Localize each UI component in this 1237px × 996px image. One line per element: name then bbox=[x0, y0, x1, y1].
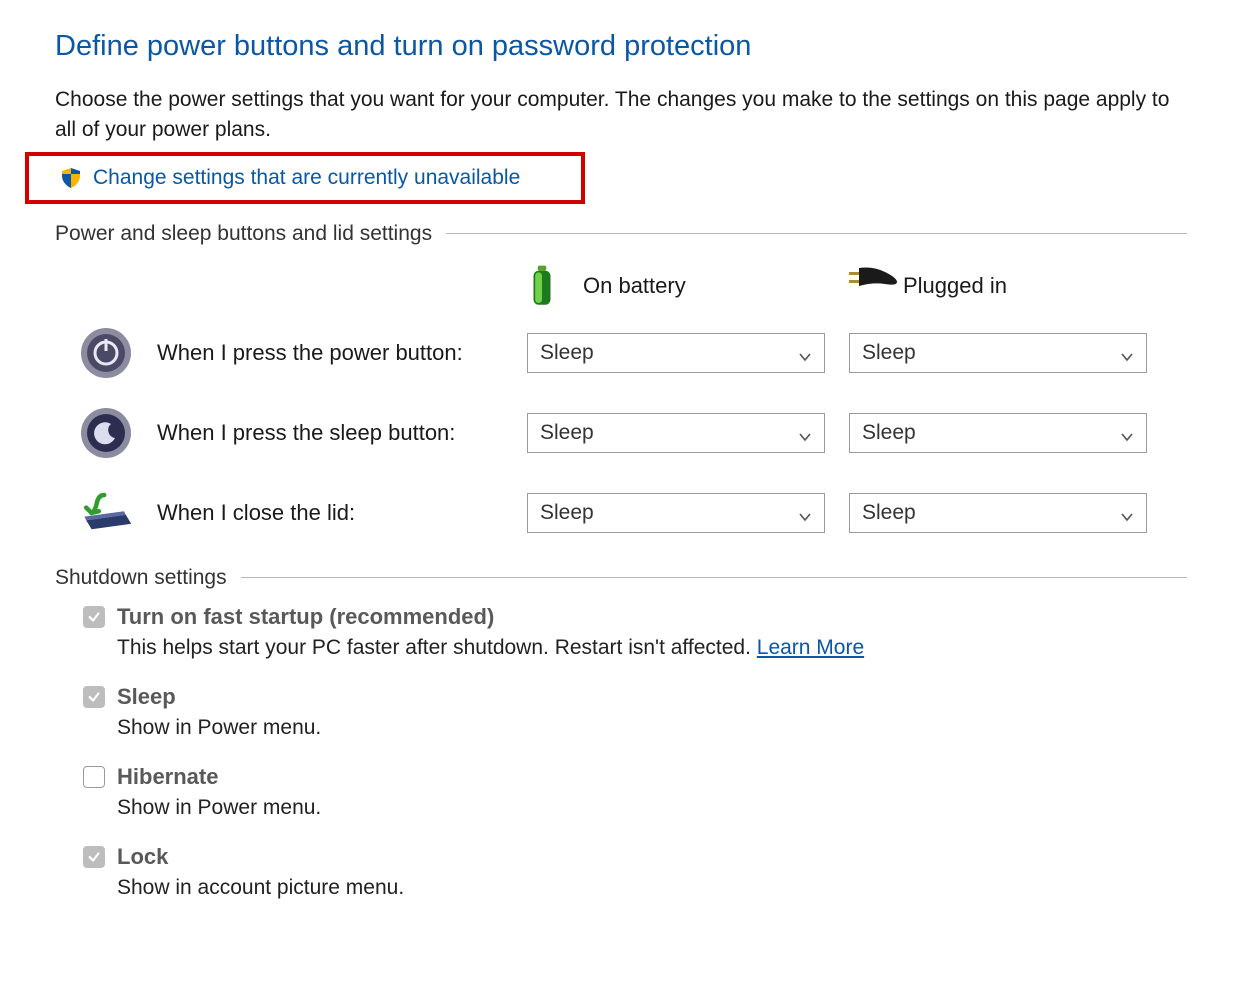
close-lid-icon bbox=[79, 486, 133, 540]
dropdown-value: Sleep bbox=[540, 421, 594, 445]
column-header-battery: On battery bbox=[525, 260, 845, 312]
shutdown-item-title: Hibernate bbox=[117, 764, 218, 790]
dropdown-value: Sleep bbox=[862, 421, 916, 445]
shutdown-item-desc: This helps start your PC faster after sh… bbox=[117, 636, 1187, 660]
change-settings-highlight: Change settings that are currently unava… bbox=[25, 152, 585, 204]
divider bbox=[241, 577, 1187, 578]
dropdown-power-button-battery[interactable]: Sleep bbox=[527, 333, 825, 373]
checkbox-sleep[interactable] bbox=[83, 686, 105, 708]
row-close-lid: When I close the lid: Sleep Sleep bbox=[79, 486, 1187, 540]
group-header-shutdown: Shutdown settings bbox=[55, 566, 1187, 590]
row-close-lid-label: When I close the lid: bbox=[157, 500, 527, 526]
intro-text: Choose the power settings that you want … bbox=[55, 85, 1175, 146]
chevron-down-icon bbox=[798, 346, 812, 360]
shutdown-item-lock: Lock Show in account picture menu. bbox=[83, 844, 1187, 900]
column-header-battery-label: On battery bbox=[583, 273, 686, 299]
group-header-power-label: Power and sleep buttons and lid settings bbox=[55, 222, 432, 246]
chevron-down-icon bbox=[1120, 346, 1134, 360]
chevron-down-icon bbox=[1120, 426, 1134, 440]
row-sleep-button-label: When I press the sleep button: bbox=[157, 420, 527, 446]
shutdown-item-desc: Show in Power menu. bbox=[117, 716, 1187, 740]
page-title: Define power buttons and turn on passwor… bbox=[55, 30, 1187, 63]
shutdown-item-desc: Show in Power menu. bbox=[117, 796, 1187, 820]
sleep-button-icon bbox=[79, 406, 133, 460]
column-header-plugged-label: Plugged in bbox=[903, 273, 1007, 299]
battery-icon bbox=[525, 260, 565, 312]
dropdown-value: Sleep bbox=[862, 341, 916, 365]
chevron-down-icon bbox=[1120, 506, 1134, 520]
dropdown-sleep-button-battery[interactable]: Sleep bbox=[527, 413, 825, 453]
group-header-shutdown-label: Shutdown settings bbox=[55, 566, 227, 590]
shutdown-item-title: Lock bbox=[117, 844, 168, 870]
change-settings-link[interactable]: Change settings that are currently unava… bbox=[93, 166, 520, 190]
dropdown-power-button-plugged[interactable]: Sleep bbox=[849, 333, 1147, 373]
dropdown-close-lid-plugged[interactable]: Sleep bbox=[849, 493, 1147, 533]
plug-icon bbox=[845, 260, 885, 312]
dropdown-value: Sleep bbox=[862, 501, 916, 525]
checkbox-hibernate[interactable] bbox=[83, 766, 105, 788]
dropdown-value: Sleep bbox=[540, 341, 594, 365]
row-power-button-label: When I press the power button: bbox=[157, 340, 527, 366]
row-sleep-button: When I press the sleep button: Sleep Sle… bbox=[79, 406, 1187, 460]
checkbox-lock[interactable] bbox=[83, 846, 105, 868]
chevron-down-icon bbox=[798, 426, 812, 440]
column-headers: On battery Plugged in bbox=[55, 260, 1187, 312]
shutdown-item-title: Sleep bbox=[117, 684, 176, 710]
dropdown-close-lid-battery[interactable]: Sleep bbox=[527, 493, 825, 533]
shutdown-item-desc: Show in account picture menu. bbox=[117, 876, 1187, 900]
dropdown-value: Sleep bbox=[540, 501, 594, 525]
learn-more-link[interactable]: Learn More bbox=[757, 636, 864, 659]
uac-shield-icon bbox=[59, 166, 83, 190]
chevron-down-icon bbox=[798, 506, 812, 520]
shutdown-item-sleep: Sleep Show in Power menu. bbox=[83, 684, 1187, 740]
divider bbox=[446, 233, 1187, 234]
shutdown-fast-startup-desc-text: This helps start your PC faster after sh… bbox=[117, 636, 751, 659]
power-button-icon bbox=[79, 326, 133, 380]
shutdown-item-title: Turn on fast startup (recommended) bbox=[117, 604, 494, 630]
checkbox-fast-startup[interactable] bbox=[83, 606, 105, 628]
shutdown-item-fast-startup: Turn on fast startup (recommended) This … bbox=[83, 604, 1187, 660]
row-power-button: When I press the power button: Sleep Sle… bbox=[79, 326, 1187, 380]
shutdown-item-hibernate: Hibernate Show in Power menu. bbox=[83, 764, 1187, 820]
group-header-power: Power and sleep buttons and lid settings bbox=[55, 222, 1187, 246]
dropdown-sleep-button-plugged[interactable]: Sleep bbox=[849, 413, 1147, 453]
column-header-plugged: Plugged in bbox=[845, 260, 1165, 312]
